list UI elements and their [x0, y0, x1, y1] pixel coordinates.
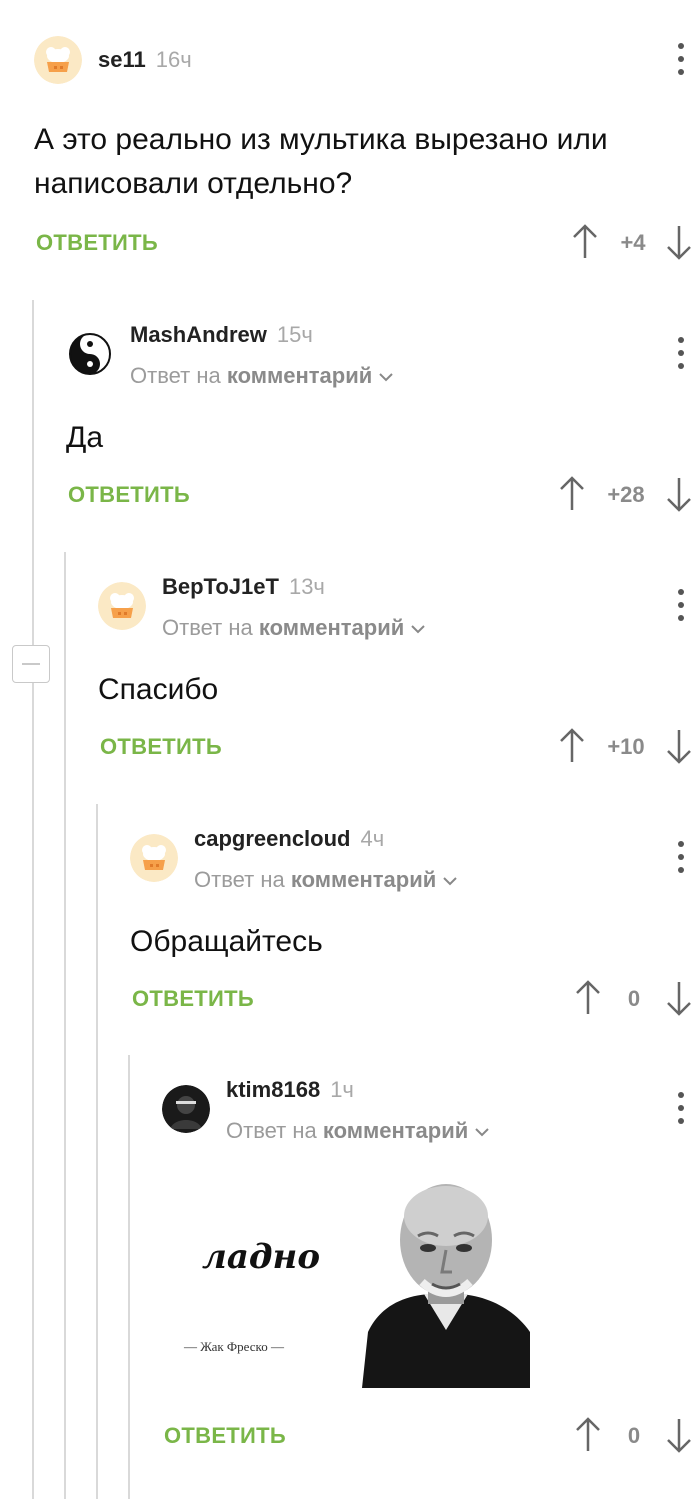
reply-to-prefix: Ответ на: [194, 867, 285, 892]
username-text[interactable]: BepToJ1eT: [162, 574, 279, 599]
comment-text: А это реально из мультика вырезано или н…: [34, 118, 608, 206]
username[interactable]: MashAndrew 15ч: [130, 322, 313, 348]
more-options-icon[interactable]: [676, 589, 686, 621]
reply-button[interactable]: ОТВЕТИТЬ: [132, 986, 254, 1012]
yin-yang-avatar-icon[interactable]: [66, 330, 114, 378]
username[interactable]: se11 16ч: [98, 47, 192, 73]
reply-to-target[interactable]: комментарий: [259, 615, 404, 640]
chef-hat-avatar-icon[interactable]: [130, 834, 178, 882]
username-text[interactable]: ktim8168: [226, 1077, 320, 1102]
username-text[interactable]: MashAndrew: [130, 322, 267, 347]
reply-to-prefix: Ответ на: [226, 1118, 317, 1143]
reply-button[interactable]: ОТВЕТИТЬ: [164, 1423, 286, 1449]
old-man-portrait-icon: [362, 1182, 530, 1388]
reply-button[interactable]: ОТВЕТИТЬ: [100, 734, 222, 760]
comment-text: Спасибо: [98, 673, 219, 706]
meme-signature: — Жак Фреско —: [184, 1339, 284, 1354]
username[interactable]: BepToJ1eT 13ч: [162, 574, 325, 600]
dark-profile-avatar-icon[interactable]: [162, 1085, 210, 1133]
chevron-down-icon[interactable]: [378, 372, 394, 382]
vote-score: 0: [627, 986, 641, 1011]
comment-time: 13ч: [288, 574, 325, 599]
chevron-down-icon[interactable]: [474, 1127, 490, 1137]
chef-hat-avatar-icon[interactable]: [98, 582, 146, 630]
meme-caption: ладно: [202, 1237, 321, 1277]
reply-to-prefix: Ответ на: [162, 615, 253, 640]
chevron-down-icon[interactable]: [442, 876, 458, 886]
reply-to-prefix: Ответ на: [130, 363, 221, 388]
arrow-up-icon[interactable]: [557, 728, 587, 764]
reply-to-link[interactable]: Ответ на комментарий: [194, 867, 458, 893]
username-text[interactable]: se11: [98, 47, 146, 72]
comment-text-line: написовали отдельно?: [34, 167, 353, 200]
comment-text-line: А это реально из мультика вырезано или: [34, 123, 608, 156]
username[interactable]: capgreencloud 4ч: [194, 826, 384, 852]
comment-time: 4ч: [360, 826, 385, 851]
chevron-down-icon[interactable]: [410, 624, 426, 634]
collapse-thread-button[interactable]: [12, 645, 50, 683]
vote-score: 0: [627, 1423, 641, 1448]
arrow-up-icon[interactable]: [570, 224, 600, 260]
arrow-up-icon[interactable]: [573, 1417, 603, 1453]
arrow-down-icon[interactable]: [664, 1417, 694, 1453]
comment-time: 1ч: [330, 1077, 354, 1102]
meme-image[interactable]: ладно — Жак Фреско —: [162, 1182, 530, 1388]
reply-to-target[interactable]: комментарий: [227, 363, 372, 388]
reply-to-target[interactable]: комментарий: [291, 867, 436, 892]
reply-to-link[interactable]: Ответ на комментарий: [226, 1118, 490, 1144]
arrow-down-icon[interactable]: [664, 224, 694, 260]
reply-to-link[interactable]: Ответ на комментарий: [130, 363, 394, 389]
more-options-icon[interactable]: [676, 1092, 686, 1124]
arrow-up-icon[interactable]: [573, 980, 603, 1016]
more-options-icon[interactable]: [676, 841, 686, 873]
comment-text: Обращайтесь: [130, 925, 323, 958]
reply-button[interactable]: ОТВЕТИТЬ: [68, 482, 190, 508]
arrow-down-icon[interactable]: [664, 980, 694, 1016]
reply-button[interactable]: ОТВЕТИТЬ: [36, 230, 158, 256]
comment-time: 16ч: [155, 47, 192, 72]
username[interactable]: ktim8168 1ч: [226, 1077, 354, 1103]
arrow-up-icon[interactable]: [557, 476, 587, 512]
username-text[interactable]: capgreencloud: [194, 826, 350, 851]
vote-score: +10: [607, 734, 645, 759]
comment-text: Да: [66, 421, 104, 454]
reply-to-target[interactable]: комментарий: [323, 1118, 468, 1143]
thread-line-level-1: [32, 300, 34, 1499]
chef-hat-avatar-icon[interactable]: [34, 36, 82, 84]
vote-score: +4: [620, 230, 646, 255]
more-options-icon[interactable]: [676, 43, 686, 75]
arrow-down-icon[interactable]: [664, 476, 694, 512]
reply-to-link[interactable]: Ответ на комментарий: [162, 615, 426, 641]
thread-line-level-2: [64, 552, 66, 1499]
more-options-icon[interactable]: [676, 337, 686, 369]
arrow-down-icon[interactable]: [664, 728, 694, 764]
vote-score: +28: [607, 482, 645, 507]
comment-time: 15ч: [276, 322, 313, 347]
thread-line-level-3: [96, 804, 98, 1499]
thread-line-level-4: [128, 1055, 130, 1499]
